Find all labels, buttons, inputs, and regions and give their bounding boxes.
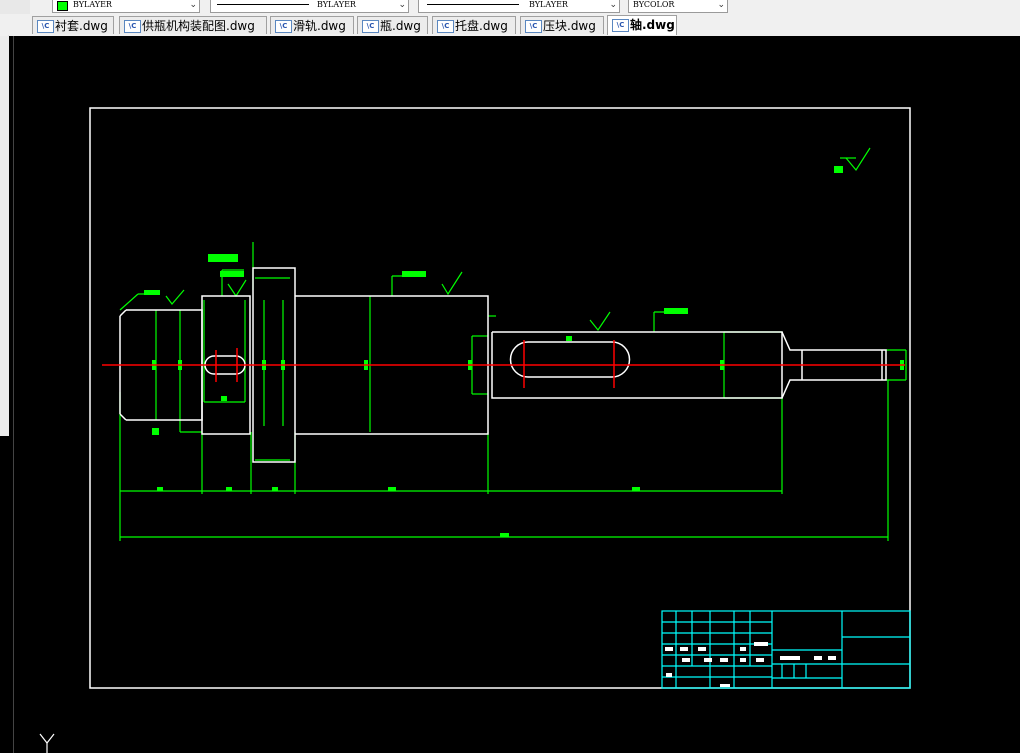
tab-label: 供瓶机构装配图.dwg <box>142 19 255 33</box>
linetype-dropdown[interactable]: BYLAYER ⌄ <box>210 0 409 13</box>
centerlines <box>102 340 905 388</box>
lineweight-value: BYLAYER <box>529 0 568 9</box>
tab-label: 滑轨.dwg <box>293 19 346 33</box>
tab-label: 压块.dwg <box>543 19 596 33</box>
dwg-file-icon: \C <box>124 20 141 33</box>
chevron-down-icon: ⌄ <box>398 0 406 10</box>
tab-tuopan[interactable]: \C 托盘.dwg <box>432 16 516 34</box>
color-value: BYLAYER <box>73 0 112 9</box>
tab-zhou[interactable]: \C 轴.dwg <box>607 15 677 35</box>
lineweight-preview <box>427 4 519 5</box>
chevron-down-icon: ⌄ <box>717 0 725 10</box>
color-dropdown[interactable]: BYLAYER ⌄ <box>52 0 200 13</box>
chevron-down-icon: ⌄ <box>189 0 197 10</box>
properties-toolbar: BYLAYER ⌄ BYLAYER ⌄ BYLAYER ⌄ BYCOLOR ⌄ <box>0 0 1020 14</box>
tab-label: 托盘.dwg <box>455 19 508 33</box>
lineweight-dropdown[interactable]: BYLAYER ⌄ <box>418 0 620 13</box>
dwg-file-icon: \C <box>612 19 629 32</box>
dwg-file-icon: \C <box>525 20 542 33</box>
chevron-down-icon: ⌄ <box>609 0 617 10</box>
ucs-icon <box>39 733 55 753</box>
tab-huagui[interactable]: \C 滑轨.dwg <box>270 16 354 34</box>
tab-ping[interactable]: \C 瓶.dwg <box>357 16 428 34</box>
dwg-file-icon: \C <box>37 20 54 33</box>
dwg-file-icon: \C <box>437 20 454 33</box>
tab-label: 衬套.dwg <box>55 19 108 33</box>
drawing-canvas[interactable] <box>0 36 1020 753</box>
tab-label: 瓶.dwg <box>380 19 421 33</box>
document-tab-bar: < \C 衬套.dwg \C 供瓶机构装配图.dwg \C 滑轨.dwg \C … <box>0 14 1020 45</box>
linetype-preview <box>217 4 309 5</box>
plotstyle-value: BYCOLOR <box>633 0 675 9</box>
tab-gongping-assembly[interactable]: \C 供瓶机构装配图.dwg <box>119 16 267 34</box>
linetype-value: BYLAYER <box>317 0 356 9</box>
tab-chentao[interactable]: \C 衬套.dwg <box>32 16 114 34</box>
tab-yakuai[interactable]: \C 压块.dwg <box>520 16 604 34</box>
dwg-file-icon: \C <box>275 20 292 33</box>
dwg-file-icon: \C <box>362 20 379 33</box>
plotstyle-dropdown[interactable]: BYCOLOR ⌄ <box>628 0 728 13</box>
layer-states-icon[interactable] <box>0 0 30 14</box>
tab-label: 轴.dwg <box>630 18 675 32</box>
color-swatch <box>57 1 68 11</box>
